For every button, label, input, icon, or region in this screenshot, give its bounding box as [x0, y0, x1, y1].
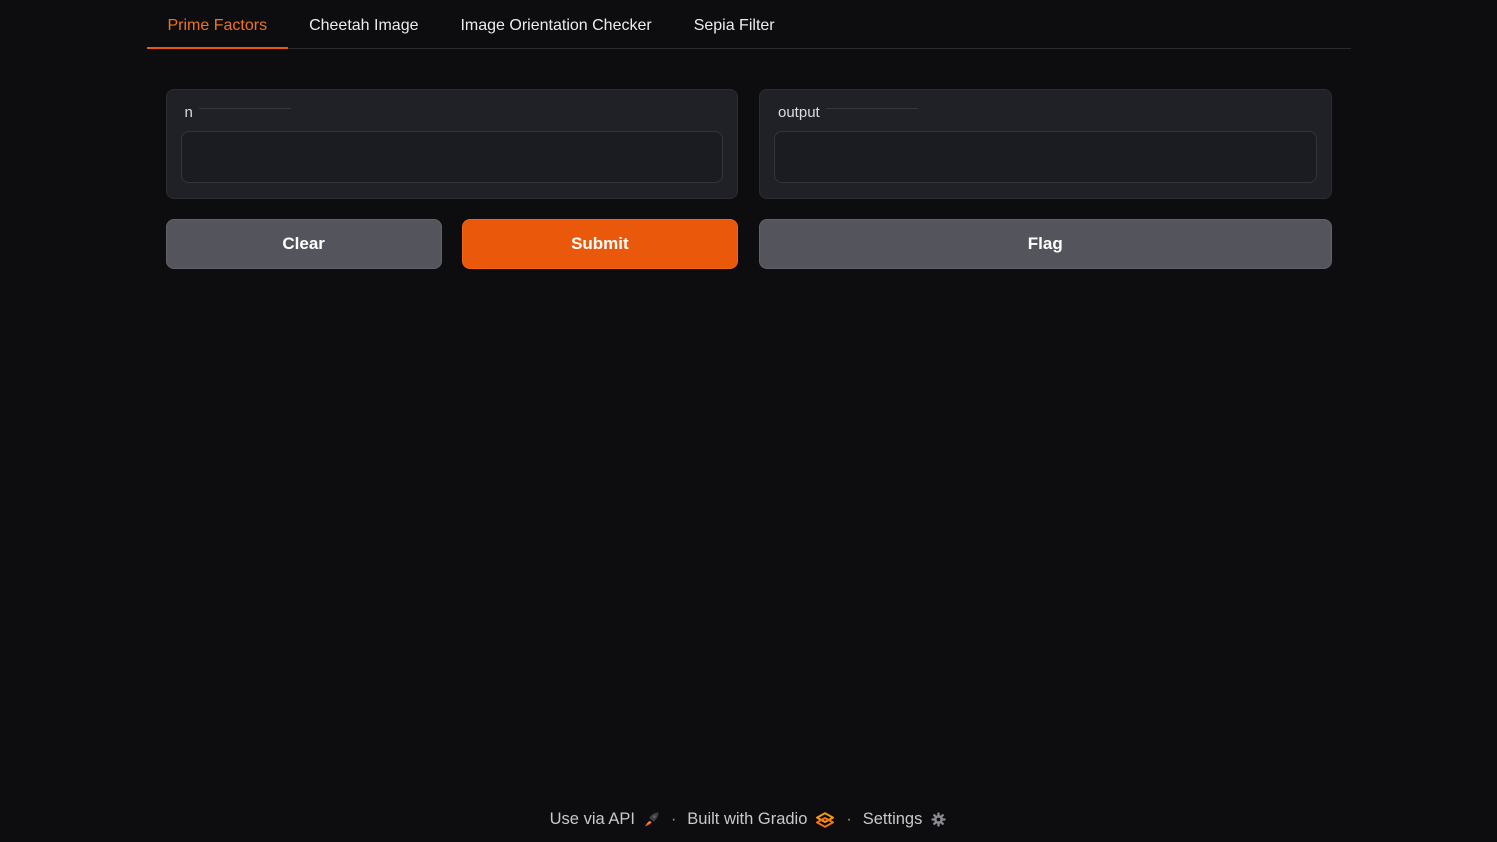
tab-content: n output Clear Submit Flag: [147, 49, 1351, 269]
label-divider: [826, 108, 918, 109]
input-panel: n: [166, 89, 739, 199]
settings-link[interactable]: Settings: [863, 810, 948, 829]
output-label: output: [778, 104, 1315, 121]
rocket-icon: [643, 811, 660, 828]
tab-bar: Prime Factors Cheetah Image Image Orient…: [147, 0, 1351, 49]
tab-image-orientation-checker[interactable]: Image Orientation Checker: [439, 6, 672, 49]
action-button-row: Clear Submit: [166, 219, 739, 269]
tab-prime-factors[interactable]: Prime Factors: [147, 6, 289, 49]
use-via-api-link[interactable]: Use via API: [550, 810, 660, 829]
tab-sepia-filter[interactable]: Sepia Filter: [673, 6, 796, 49]
flag-button-row: Flag: [759, 219, 1332, 269]
flag-button[interactable]: Flag: [759, 219, 1332, 269]
output-label-text: output: [778, 104, 820, 121]
app-container: Prime Factors Cheetah Image Image Orient…: [147, 0, 1351, 842]
settings-label: Settings: [863, 810, 923, 829]
built-with-gradio-link[interactable]: Built with Gradio: [687, 810, 835, 829]
submit-button[interactable]: Submit: [462, 219, 738, 269]
output-panel: output: [759, 89, 1332, 199]
input-label: n: [185, 104, 722, 121]
io-grid: n output Clear Submit Flag: [166, 89, 1332, 269]
clear-button[interactable]: Clear: [166, 219, 442, 269]
input-label-text: n: [185, 104, 193, 121]
gear-icon: [930, 811, 947, 828]
output-textbox[interactable]: [774, 131, 1317, 183]
footer-separator: ·: [846, 811, 851, 829]
use-via-api-label: Use via API: [550, 810, 635, 829]
label-divider: [199, 108, 291, 109]
footer: Use via API · Built with Gradio ·: [147, 800, 1351, 842]
content-spacer: [147, 269, 1351, 800]
footer-separator: ·: [671, 811, 676, 829]
input-textbox[interactable]: [181, 131, 724, 183]
built-with-gradio-label: Built with Gradio: [687, 810, 807, 829]
tab-cheetah-image[interactable]: Cheetah Image: [288, 6, 439, 49]
gradio-logo-icon: [815, 812, 835, 828]
